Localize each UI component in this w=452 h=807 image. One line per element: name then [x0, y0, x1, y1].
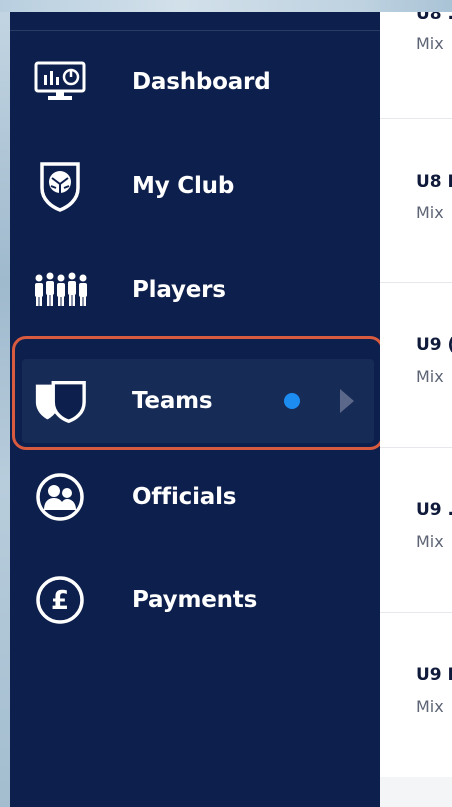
new-indicator-dot	[284, 393, 300, 409]
team-name: U9 (	[416, 335, 452, 355]
chevron-right-icon[interactable]	[340, 389, 354, 413]
club-crest-icon	[32, 158, 88, 214]
team-name: U8 .	[416, 12, 452, 24]
team-name: U9 .	[416, 500, 452, 520]
teams-icon	[32, 373, 88, 429]
background-edge-left	[0, 0, 10, 807]
team-type: Mix	[416, 532, 444, 551]
sidebar-nav: Dashboard My Club Players Teams Official…	[10, 12, 380, 807]
sidebar-item-my-club[interactable]: My Club	[22, 144, 374, 228]
svg-text:£: £	[51, 586, 69, 616]
sidebar-item-label: My Club	[132, 173, 235, 199]
team-type: Mix	[416, 34, 444, 53]
dashboard-icon	[32, 54, 88, 110]
sidebar-item-players[interactable]: Players	[22, 248, 374, 332]
sidebar-item-label: Teams	[132, 388, 213, 414]
pound-icon: £	[32, 572, 88, 628]
team-type: Mix	[416, 697, 444, 716]
sidebar-item-teams[interactable]: Teams	[22, 359, 374, 443]
team-name: U8 I	[416, 172, 452, 192]
list-item[interactable]: U8 I Mix	[380, 119, 452, 282]
sidebar-item-label: Officials	[132, 484, 237, 510]
players-icon	[32, 262, 88, 318]
sidebar-item-dashboard[interactable]: Dashboard	[22, 40, 374, 124]
sidebar-item-officials[interactable]: Officials	[22, 455, 374, 539]
teams-list: U8 . Mix U8 I Mix U9 ( Mix U9 . Mix U9 I…	[380, 12, 452, 807]
team-type: Mix	[416, 367, 444, 386]
sidebar-item-label: Dashboard	[132, 69, 271, 95]
list-item[interactable]: U9 ( Mix	[380, 283, 452, 447]
list-item[interactable]: U9 I Mix	[380, 613, 452, 777]
sidebar-item-label: Payments	[132, 587, 258, 613]
sidebar-item-label: Players	[132, 277, 226, 303]
sidebar-divider	[10, 30, 380, 31]
team-name: U9 I	[416, 665, 452, 685]
list-item[interactable]: U8 . Mix	[380, 12, 452, 118]
sidebar-item-payments[interactable]: £ Payments	[22, 558, 374, 642]
team-type: Mix	[416, 203, 444, 222]
background-edge-top	[0, 0, 452, 12]
list-item[interactable]: U9 . Mix	[380, 448, 452, 612]
officials-icon	[32, 469, 88, 525]
